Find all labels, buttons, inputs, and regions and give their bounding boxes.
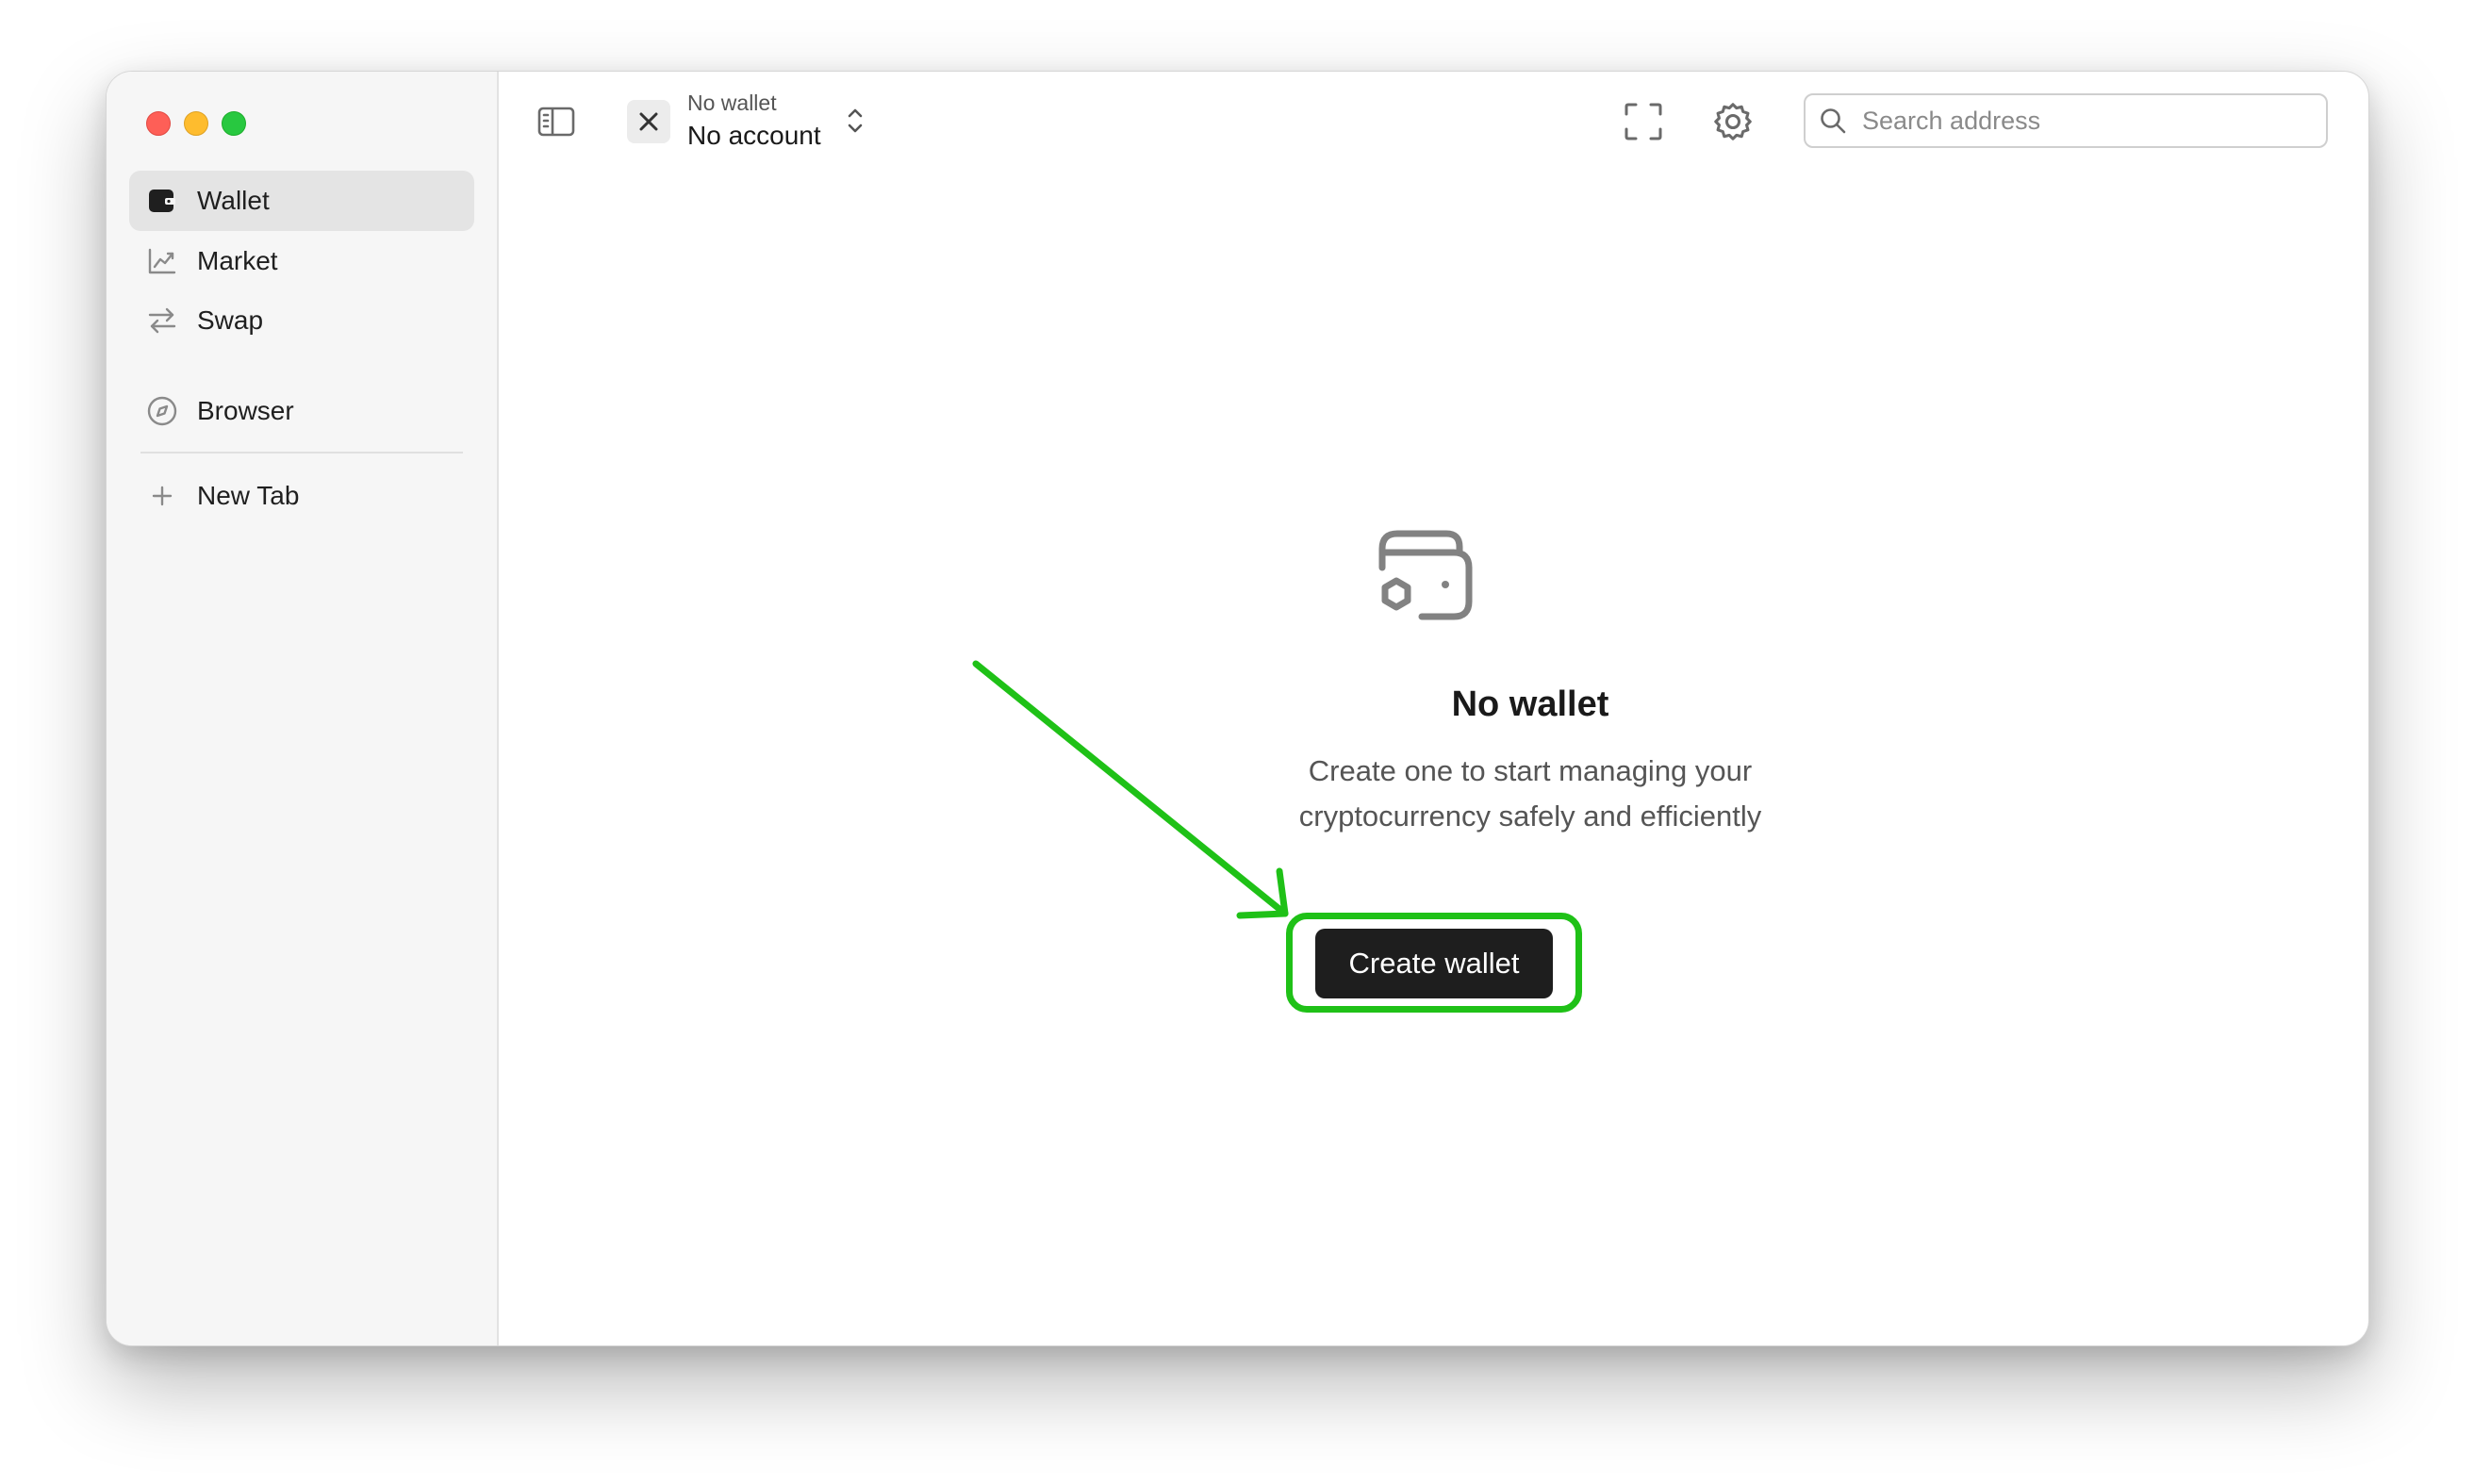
sidebar-item-label: Swap bbox=[197, 305, 264, 335]
account-close-button[interactable] bbox=[627, 100, 670, 143]
scan-frame-icon bbox=[1625, 103, 1662, 140]
search-field[interactable] bbox=[1804, 93, 2328, 148]
sidebar-item-wallet[interactable]: Wallet bbox=[129, 171, 474, 231]
sidebar-item-label: Browser bbox=[197, 396, 294, 425]
sidebar-toggle-icon bbox=[537, 107, 575, 137]
sidebar-item-new-tab[interactable]: New Tab bbox=[129, 466, 474, 526]
sidebar-item-swap[interactable]: Swap bbox=[129, 290, 474, 351]
account-switcher-chevron[interactable] bbox=[845, 106, 866, 140]
sidebar-divider bbox=[140, 452, 463, 453]
search-input[interactable] bbox=[1860, 105, 2298, 137]
plus-icon bbox=[146, 480, 178, 512]
sidebar-item-browser[interactable]: Browser bbox=[129, 381, 474, 441]
sidebar: Wallet Market Swap Browser New Tab bbox=[107, 72, 499, 1345]
empty-state-description: Create one to start managing your crypto… bbox=[1298, 754, 1762, 833]
chevron-updown-icon bbox=[848, 108, 863, 133]
wallet-name-label[interactable]: No wallet bbox=[687, 91, 777, 116]
minimize-window-button[interactable] bbox=[184, 111, 208, 136]
wallet-icon bbox=[146, 185, 178, 217]
scan-button[interactable] bbox=[1623, 101, 1664, 142]
empty-state-title: No wallet bbox=[1451, 684, 1609, 724]
sidebar-item-label: Market bbox=[197, 246, 278, 275]
sidebar-item-label: New Tab bbox=[197, 481, 300, 510]
close-icon bbox=[639, 112, 658, 131]
sidebar-item-market[interactable]: Market bbox=[129, 231, 474, 291]
close-window-button[interactable] bbox=[146, 111, 171, 136]
account-name-label[interactable]: No account bbox=[687, 121, 821, 151]
chart-icon bbox=[146, 245, 178, 277]
gear-icon bbox=[1714, 103, 1752, 140]
toggle-sidebar-button[interactable] bbox=[536, 102, 576, 141]
search-icon bbox=[1821, 108, 1846, 134]
app-window: Wallet Market Swap Browser New Tab No wa… bbox=[106, 71, 2369, 1346]
zoom-window-button[interactable] bbox=[222, 111, 246, 136]
highlight-box bbox=[1286, 913, 1582, 1013]
sidebar-item-label: Wallet bbox=[197, 186, 270, 215]
wallet-icon bbox=[1378, 530, 1473, 620]
empty-wallet-illustration bbox=[1377, 528, 1475, 631]
swap-arrows-icon bbox=[146, 305, 178, 337]
settings-button[interactable] bbox=[1711, 100, 1755, 143]
compass-icon bbox=[146, 395, 178, 427]
